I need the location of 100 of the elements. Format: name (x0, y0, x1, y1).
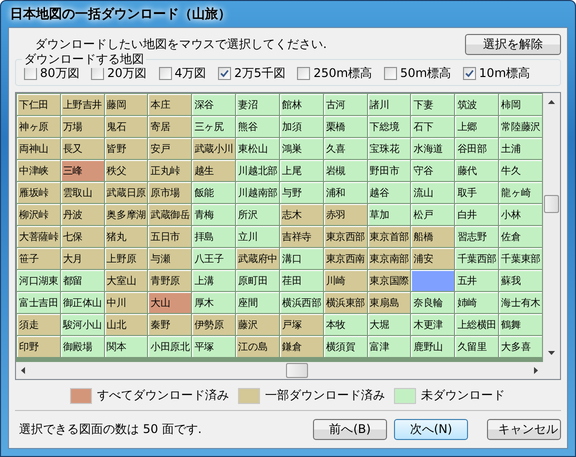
map-cell[interactable]: 筑波 (455, 94, 498, 115)
map-cell[interactable]: 越谷 (368, 182, 410, 203)
dialog-button[interactable]: 前へ(B) (313, 419, 387, 440)
map-type-checkbox[interactable]: 50m標高 (384, 65, 452, 82)
map-cell[interactable]: 流山 (411, 182, 454, 203)
map-cell[interactable]: 上尾 (280, 160, 323, 181)
map-cell[interactable]: 伊勢原 (192, 314, 236, 335)
map-cell[interactable]: 安戸 (148, 138, 192, 159)
map-cell[interactable]: 谷田部 (455, 138, 498, 159)
map-cell[interactable]: 上野吉井 (60, 94, 104, 115)
map-cell[interactable]: 野田市 (368, 160, 410, 181)
map-cell[interactable]: 草加 (368, 204, 410, 225)
map-cell[interactable]: 印野 (17, 336, 60, 357)
map-cell[interactable]: 雲取山 (60, 182, 104, 203)
map-cell[interactable]: 溝口 (280, 248, 323, 269)
map-cell[interactable]: 千葉西部 (455, 248, 498, 269)
map-cell[interactable]: 下仁田 (17, 94, 60, 115)
map-type-checkbox[interactable]: 4万図 (158, 65, 206, 82)
map-cell[interactable]: 大月 (60, 248, 104, 269)
scroll-up-icon[interactable] (548, 98, 555, 105)
map-cell[interactable]: 志木 (280, 204, 323, 225)
map-cell[interactable]: 海士有木 (499, 292, 542, 313)
map-cell[interactable]: 大堀 (368, 314, 410, 335)
map-cell[interactable]: 東松山 (236, 138, 279, 159)
horizontal-scrollbar[interactable] (16, 362, 543, 379)
map-cell[interactable]: 秦野 (148, 314, 192, 335)
map-cell[interactable]: 山北 (104, 314, 148, 335)
map-cell[interactable]: 取手 (455, 182, 498, 203)
map-cell[interactable]: 本牧 (324, 314, 367, 335)
map-cell[interactable]: 上郷 (455, 116, 498, 137)
map-cell[interactable]: 千葉東部 (499, 248, 542, 269)
map-cell[interactable]: 武蔵御岳 (148, 204, 192, 225)
scroll-down-icon[interactable] (548, 350, 555, 357)
map-cell[interactable]: 大菩薩峠 (17, 226, 60, 247)
map-cell[interactable]: 赤羽 (324, 204, 367, 225)
map-cell[interactable]: 長又 (60, 138, 104, 159)
map-cell[interactable]: 都留 (60, 270, 104, 291)
map-cell[interactable]: 秩父 (104, 160, 148, 181)
map-cell[interactable]: 久留里 (455, 336, 498, 357)
map-cell[interactable]: 東扇島 (368, 292, 410, 313)
map-cell[interactable]: 大多喜 (499, 336, 542, 357)
map-cell[interactable]: 小田原北 (148, 336, 192, 357)
map-cell[interactable]: 東京南部 (368, 248, 410, 269)
map-cell[interactable]: 笹子 (17, 248, 60, 269)
map-cell[interactable]: 五井 (455, 270, 498, 291)
map-cell[interactable]: 栗橋 (324, 116, 367, 137)
map-cell[interactable]: 鬼石 (104, 116, 148, 137)
map-type-checkbox[interactable]: 2万5千図 (218, 65, 286, 82)
map-cell[interactable]: 正丸峠 (148, 160, 192, 181)
map-cell[interactable]: 中津峡 (17, 160, 60, 181)
map-cell[interactable]: 下総境 (368, 116, 410, 137)
map-cell[interactable]: 川崎 (324, 270, 367, 291)
map-cell[interactable]: 猪丸 (104, 226, 148, 247)
map-cell[interactable]: 御正体山 (60, 292, 104, 313)
map-cell[interactable]: 藤代 (455, 160, 498, 181)
map-cell[interactable]: 与野 (280, 182, 323, 203)
map-cell[interactable]: 河口湖東 (17, 270, 60, 291)
map-cell[interactable]: 佐倉 (499, 226, 542, 247)
map-cell[interactable]: 所沢 (236, 204, 279, 225)
map-cell[interactable]: 武蔵日原 (104, 182, 148, 203)
map-type-checkbox[interactable]: 250m標高 (297, 65, 372, 82)
map-cell[interactable]: 大山 (148, 292, 192, 313)
map-cell[interactable]: 与瀬 (148, 248, 192, 269)
map-cell[interactable]: 横須賀 (324, 336, 367, 357)
map-cell[interactable]: 御殿場 (60, 336, 104, 357)
map-cell[interactable]: 丹波 (60, 204, 104, 225)
map-cell[interactable]: 柳沢峠 (17, 204, 60, 225)
map-cell[interactable]: 皆野 (104, 138, 148, 159)
map-cell[interactable]: 越生 (192, 160, 236, 181)
map-cell[interactable]: 藤岡 (104, 94, 148, 115)
dialog-button[interactable]: 次へ(N) (394, 419, 468, 440)
map-cell[interactable]: 八王子 (192, 248, 236, 269)
map-cell[interactable]: 武蔵府中 (236, 248, 279, 269)
map-cell[interactable]: 船橋 (411, 226, 454, 247)
map-cell[interactable]: 鶴舞 (499, 314, 542, 335)
map-cell[interactable]: 土浦 (499, 138, 542, 159)
map-cell[interactable]: 加須 (280, 116, 323, 137)
map-cell[interactable]: 中川 (104, 292, 148, 313)
map-cell[interactable]: 横浜西部 (280, 292, 323, 313)
map-cell[interactable]: 三ヶ尻 (192, 116, 236, 137)
map-cell[interactable]: 石下 (411, 116, 454, 137)
scroll-right-icon[interactable] (532, 367, 539, 374)
map-cell[interactable]: 妻沼 (236, 94, 279, 115)
map-cell[interactable]: 龍ヶ崎 (499, 182, 542, 203)
map-cell[interactable]: 小林 (499, 204, 542, 225)
clear-selection-button[interactable]: 選択を解除 (465, 34, 561, 55)
map-cell[interactable]: 古河 (324, 94, 367, 115)
map-type-checkbox[interactable]: 10m標高 (463, 65, 530, 82)
map-cell[interactable]: 東京西部 (324, 226, 367, 247)
map-cell[interactable]: 川越南部 (236, 182, 279, 203)
map-cell[interactable]: 飯能 (192, 182, 236, 203)
map-cell[interactable]: 鎌倉 (280, 336, 323, 357)
map-cell[interactable]: 荏田 (280, 270, 323, 291)
map-cell[interactable]: 奥多摩湖 (104, 204, 148, 225)
map-cell[interactable]: 藤沢 (236, 314, 279, 335)
map-cell[interactable]: 東京西南 (324, 248, 367, 269)
map-cell[interactable]: 白井 (455, 204, 498, 225)
map-cell[interactable]: 座間 (236, 292, 279, 313)
map-cell[interactable]: 富士吉田 (17, 292, 60, 313)
map-cell[interactable]: 水海道 (411, 138, 454, 159)
